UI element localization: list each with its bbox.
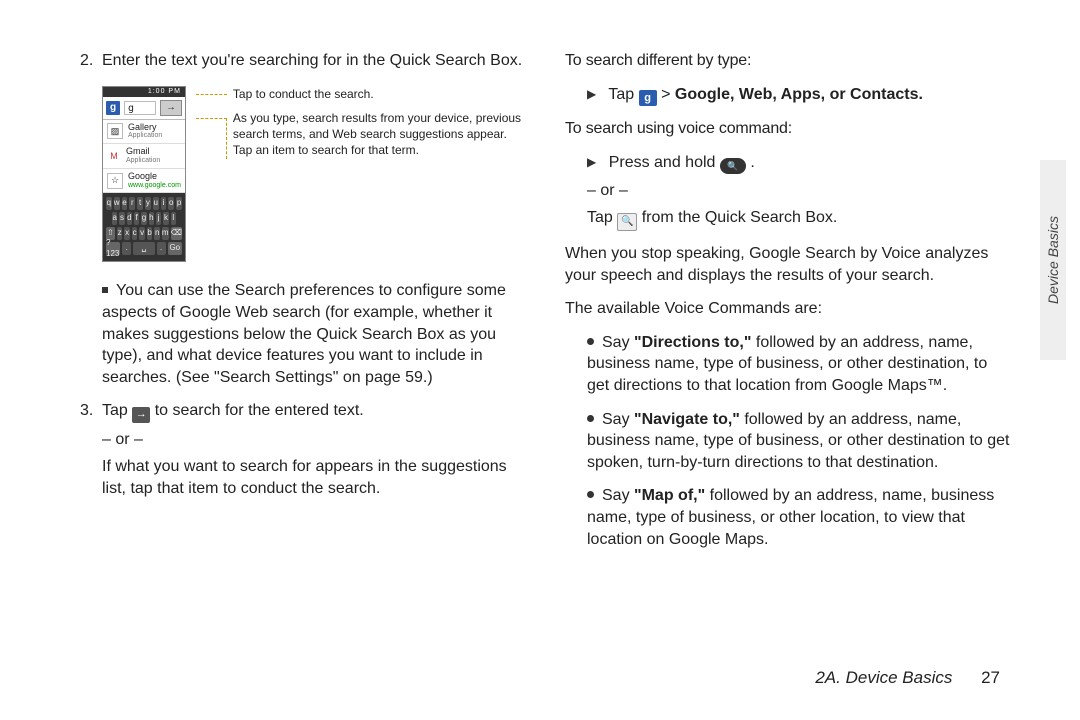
annotation-leader-line <box>196 118 227 159</box>
voice-commands-heading: The available Voice Commands are: <box>565 298 1010 320</box>
step-3-or: – or – <box>102 429 525 451</box>
right-column: To search different by type: Tap > Googl… <box>565 50 1010 562</box>
suggestion-title: Google <box>128 172 181 182</box>
annotation-leader-line <box>196 94 227 95</box>
voice-command-keyword: "Directions to," <box>634 334 751 351</box>
side-tab: Device Basics <box>1040 160 1066 360</box>
step-3-pre: Tap <box>102 402 132 419</box>
gallery-icon: ▨ <box>107 123 123 139</box>
search-by-type-step: Tap > Google, Web, Apps, or Contacts. <box>587 84 1010 106</box>
page-footer: 2A. Device Basics 27 <box>815 668 1000 688</box>
step-3: 3. Tap to search for the entered text. –… <box>80 400 525 499</box>
annotation-2: As you type, search results from your de… <box>233 110 525 159</box>
phone-figure: 1:00 PM g g ▨ Gallery Application <box>102 86 525 263</box>
phone-search-input: g <box>124 101 156 115</box>
side-tab-label: Device Basics <box>1045 216 1061 304</box>
step-3-alt: If what you want to search for appears i… <box>102 456 525 499</box>
step-2-number: 2. <box>80 50 102 72</box>
google-icon <box>639 90 657 106</box>
gmail-icon: M <box>107 149 121 163</box>
phone-search-row: g g <box>103 97 185 120</box>
voice-command-lead: Say <box>602 487 634 504</box>
suggestion-row: ☆ Google www.google.com <box>103 169 185 194</box>
voice-result-para: When you stop speaking, Google Search by… <box>565 243 1010 286</box>
tap-targets: Google, Web, Apps, or Contacts. <box>675 86 923 103</box>
phone-status-bar: 1:00 PM <box>103 87 185 97</box>
voice-command-keyword: "Map of," <box>634 487 705 504</box>
figure-annotations: Tap to conduct the search. As you type, … <box>196 86 525 167</box>
suggestion-sub: Application <box>128 132 162 140</box>
step-2-note: You can use the Search preferences to co… <box>102 280 525 388</box>
voice-command-item: Say "Map of," followed by an address, na… <box>587 485 1010 550</box>
press-hold-pre: Press and hold <box>609 154 720 171</box>
heading-voice-command: To search using voice command: <box>565 118 1010 140</box>
suggestion-row: M Gmail Application <box>103 144 185 169</box>
suggestion-title: Gmail <box>126 147 160 157</box>
footer-page-number: 27 <box>981 668 1000 687</box>
voice-command-item: Say "Directions to," followed by an addr… <box>587 332 1010 397</box>
tap-mic-post: from the Quick Search Box. <box>642 209 838 226</box>
voice-command-lead: Say <box>602 411 634 428</box>
suggestion-row: ▨ Gallery Application <box>103 120 185 145</box>
voice-or: – or – <box>587 180 1010 202</box>
note-text: You can use the Search preferences to co… <box>102 282 506 385</box>
voice-command-keyword: "Navigate to," <box>634 411 740 428</box>
arrow-icon <box>132 407 150 423</box>
step-3-number: 3. <box>80 400 102 499</box>
phone-go-button <box>160 100 182 116</box>
tap-pre: Tap <box>608 86 638 103</box>
phone-keyboard: qwertyuiop asdfghjkl ⇧zxcvbnm⌫ ?123.␣.Go <box>103 193 185 261</box>
step-2-text: Enter the text you're searching for in t… <box>102 50 525 72</box>
status-time: 1:00 PM <box>148 87 181 96</box>
voice-step: Press and hold . – or – Tap from the Qui… <box>587 152 1010 231</box>
left-column: 2. Enter the text you're searching for i… <box>80 50 525 562</box>
search-hardkey-icon <box>720 158 746 174</box>
step-2: 2. Enter the text you're searching for i… <box>80 50 525 72</box>
tap-mic-pre: Tap <box>587 209 617 226</box>
greater-than: > <box>661 86 670 103</box>
mic-icon <box>617 213 637 231</box>
phone-mock: 1:00 PM g g ▨ Gallery Application <box>102 86 186 263</box>
star-icon: ☆ <box>107 173 123 189</box>
voice-command-lead: Say <box>602 334 634 351</box>
step-3-post: to search for the entered text. <box>155 402 364 419</box>
suggestion-title: Gallery <box>128 123 162 133</box>
suggestion-sub: Application <box>126 157 160 165</box>
heading-search-by-type: To search different by type: <box>565 50 1010 72</box>
google-g-icon: g <box>106 101 120 115</box>
voice-command-item: Say "Navigate to," followed by an addres… <box>587 409 1010 474</box>
suggestion-link: www.google.com <box>128 182 181 190</box>
annotation-1: Tap to conduct the search. <box>233 86 374 102</box>
footer-section: 2A. Device Basics <box>815 668 952 687</box>
press-hold-post: . <box>750 154 754 171</box>
